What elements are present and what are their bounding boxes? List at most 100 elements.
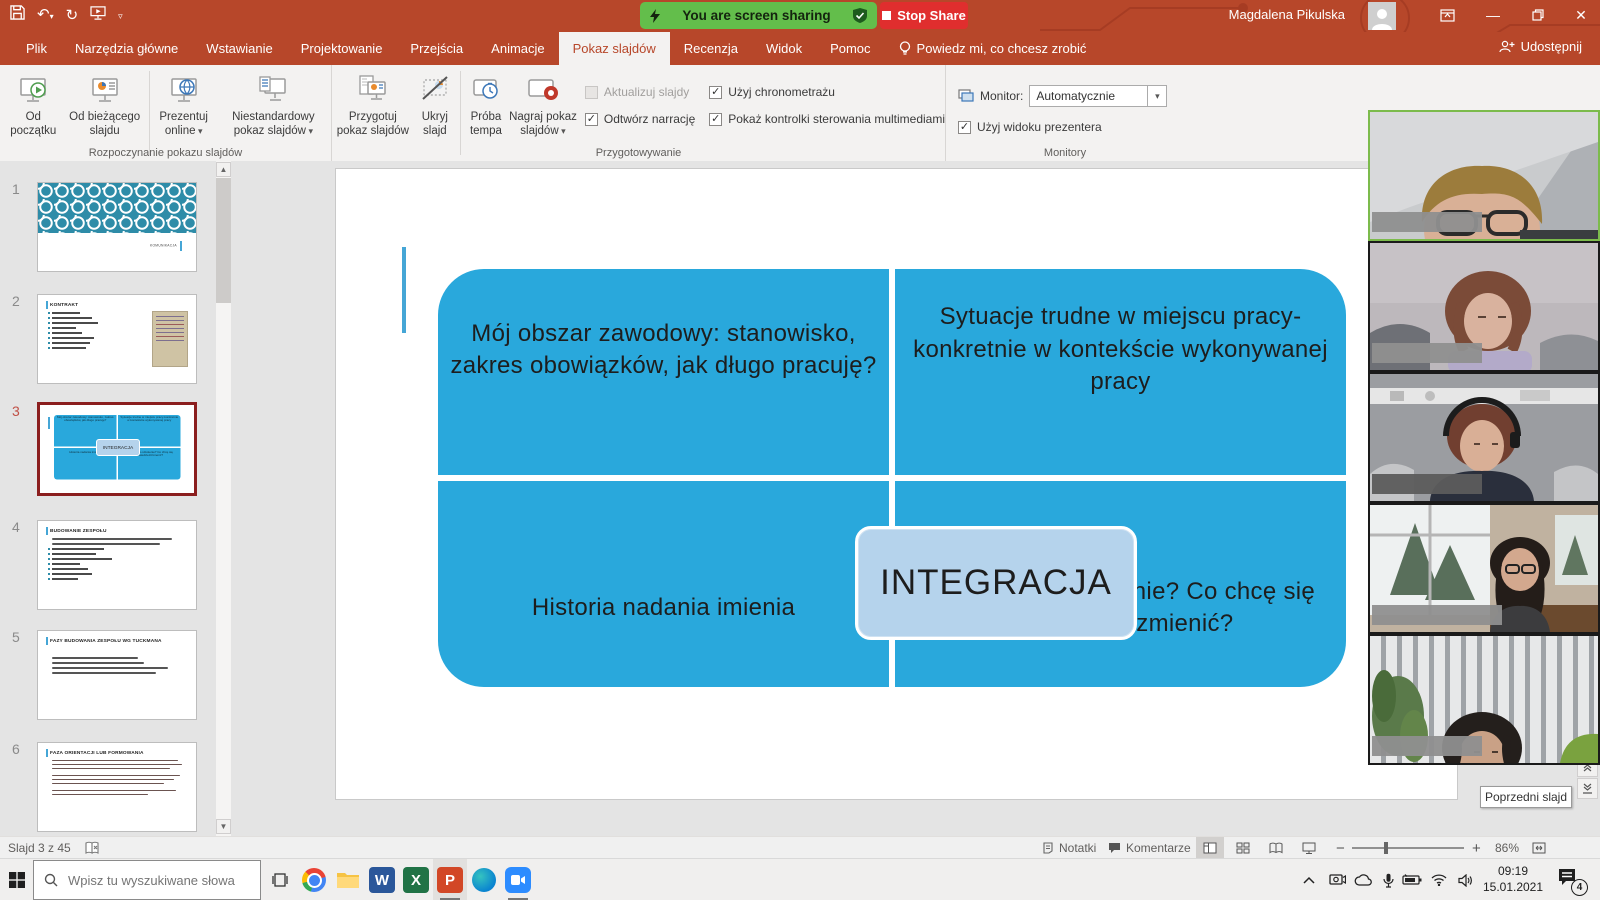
- participant-name-plate: [1372, 605, 1502, 625]
- participant-name-plate: [1372, 212, 1482, 232]
- quadrant-bottom-left[interactable]: Historia nadania imienia: [438, 481, 889, 687]
- taskbar-clock[interactable]: 09:19 15.01.2021: [1478, 859, 1548, 900]
- checkbox-play-narrations[interactable]: Odtwórz narrację: [585, 112, 695, 126]
- hide-slide-button[interactable]: Ukryj slajd: [412, 71, 458, 139]
- tab-pokaz-slajdow[interactable]: Pokaz slajdów: [559, 32, 670, 65]
- group-setup: Przygotuj pokaz slajdów Ukryj slajd Prób…: [332, 65, 946, 161]
- from-beginning-button[interactable]: Od początku: [4, 71, 63, 139]
- search-input[interactable]: [66, 872, 240, 889]
- stop-share-button[interactable]: Stop Share: [880, 2, 968, 29]
- thumb-title: FAZA ORIENTACJI LUB FORMOWANIA: [50, 751, 144, 756]
- tooltip-previous-slide: Poprzedni slajd: [1480, 786, 1572, 808]
- proofing-status-icon[interactable]: [85, 837, 100, 859]
- edge-icon[interactable]: [467, 859, 501, 900]
- reading-view-button[interactable]: [1262, 837, 1290, 859]
- minimize-button[interactable]: —: [1476, 0, 1510, 30]
- participant-video-2[interactable]: [1368, 241, 1600, 372]
- checkbox-use-timings[interactable]: Użyj chronometrażu: [709, 85, 945, 99]
- share-button[interactable]: Udostępnij: [1499, 39, 1582, 54]
- redo-icon[interactable]: ↻: [66, 4, 79, 28]
- account-user-name[interactable]: Magdalena Pikulska: [1229, 7, 1345, 22]
- quadrant-top-right[interactable]: Sytuacje trudne w miejscu pracy-konkretn…: [895, 269, 1346, 475]
- video-meeting-app-icon[interactable]: [501, 859, 535, 900]
- start-slideshow-icon[interactable]: [90, 4, 106, 28]
- slide-thumbnail-6[interactable]: FAZA ORIENTACJI LUB FORMOWANIA: [37, 742, 197, 832]
- normal-view-button[interactable]: [1196, 837, 1224, 859]
- tray-screenshare-icon[interactable]: [1324, 859, 1350, 900]
- avatar[interactable]: [1368, 2, 1396, 30]
- file-explorer-icon[interactable]: [331, 859, 365, 900]
- record-slideshow-button[interactable]: Nagraj pokaz slajdów: [509, 71, 577, 139]
- tray-volume-icon[interactable]: [1452, 859, 1478, 900]
- tray-onedrive-icon[interactable]: [1350, 859, 1376, 900]
- notes-toggle[interactable]: Notatki: [1042, 837, 1096, 859]
- fit-slide-to-window-button[interactable]: [1532, 837, 1546, 859]
- tell-me-box[interactable]: Powiedz mi, co chcesz zrobić: [885, 32, 1101, 65]
- present-online-button[interactable]: Prezentuj online: [152, 71, 216, 139]
- notes-photo: [152, 311, 188, 367]
- zoom-slider-thumb[interactable]: [1384, 842, 1388, 854]
- zoom-level[interactable]: 86%: [1495, 837, 1519, 859]
- participant-name-plate: [1372, 343, 1482, 363]
- checkbox-update-slides[interactable]: Aktualizuj slajdy: [585, 85, 695, 99]
- rehearse-timings-button[interactable]: Próba tempa: [463, 71, 509, 139]
- tray-battery-icon[interactable]: [1398, 859, 1426, 900]
- participant-video-3[interactable]: [1368, 372, 1600, 503]
- participant-video-1[interactable]: [1368, 110, 1600, 241]
- close-button[interactable]: ✕: [1564, 0, 1598, 30]
- undo-icon[interactable]: ↶▾: [37, 3, 54, 29]
- checkbox-show-media-controls[interactable]: Pokaż kontrolki sterowania multimediami: [709, 112, 945, 126]
- thumbnail-scroll-up-button[interactable]: ▲: [216, 162, 231, 177]
- word-icon[interactable]: W: [365, 859, 399, 900]
- slide-thumbnail-1[interactable]: KOMUNIKACJA: [37, 182, 197, 272]
- from-current-slide-button[interactable]: Od bieżącego slajdu: [63, 71, 147, 139]
- taskbar-search-box[interactable]: [33, 860, 261, 900]
- tab-narzedzia-glowne[interactable]: Narzędzia główne: [61, 32, 192, 65]
- customize-qat-icon[interactable]: ▿: [118, 4, 123, 28]
- thumbnail-scrollbar-thumb[interactable]: [216, 178, 231, 303]
- tray-microphone-icon[interactable]: [1376, 859, 1400, 900]
- slide-thumbnail-2[interactable]: KONTRAKT: [37, 294, 197, 384]
- tab-przejscia[interactable]: Przejścia: [396, 32, 477, 65]
- slideshow-view-button[interactable]: [1295, 837, 1323, 859]
- checkbox-presenter-view[interactable]: Użyj widoku prezentera: [958, 120, 1167, 134]
- zoom-in-button[interactable]: +: [1472, 837, 1481, 859]
- save-icon[interactable]: [10, 4, 25, 28]
- thumbnail-scroll-down-button[interactable]: ▼: [216, 819, 231, 834]
- chrome-icon[interactable]: [297, 859, 331, 900]
- ribbon-display-options-button[interactable]: [1430, 0, 1464, 30]
- tab-wstawianie[interactable]: Wstawianie: [192, 32, 286, 65]
- slide-thumbnail-3-selected[interactable]: Mój obszar zawodowy: stanowisko, zakres …: [37, 402, 197, 496]
- zoom-slider[interactable]: [1352, 837, 1464, 859]
- custom-slideshow-button[interactable]: Niestandardowy pokaz slajdów: [216, 71, 331, 139]
- slide-sorter-view-button[interactable]: [1229, 837, 1257, 859]
- setup-slideshow-button[interactable]: Przygotuj pokaz slajdów: [334, 71, 412, 139]
- task-view-button[interactable]: [263, 859, 297, 900]
- notification-center-icon[interactable]: 4: [1556, 866, 1586, 894]
- excel-icon[interactable]: X: [399, 859, 433, 900]
- notification-badge: 4: [1571, 879, 1588, 896]
- tab-widok[interactable]: Widok: [752, 32, 816, 65]
- tray-wifi-icon[interactable]: [1426, 859, 1452, 900]
- tab-projektowanie[interactable]: Projektowanie: [287, 32, 397, 65]
- restore-button[interactable]: [1521, 0, 1555, 30]
- participant-video-4[interactable]: [1368, 503, 1600, 634]
- tab-recenzja[interactable]: Recenzja: [670, 32, 752, 65]
- participant-video-5[interactable]: [1368, 634, 1600, 765]
- powerpoint-icon[interactable]: P: [433, 859, 467, 900]
- zoom-out-button[interactable]: −: [1336, 837, 1345, 859]
- slide-thumbnail-4[interactable]: BUDOWANIE ZESPOŁU: [37, 520, 197, 610]
- tray-chevron-icon[interactable]: [1296, 859, 1322, 900]
- monitor-select[interactable]: Automatycznie ▾: [1029, 85, 1167, 107]
- quadrant-top-left[interactable]: Mój obszar zawodowy: stanowisko, zakres …: [438, 269, 889, 475]
- integracja-center-shape[interactable]: INTEGRACJA: [855, 526, 1137, 640]
- comments-toggle[interactable]: Komentarze: [1108, 837, 1191, 859]
- slide-canvas[interactable]: Mój obszar zawodowy: stanowisko, zakres …: [335, 168, 1458, 800]
- tab-animacje[interactable]: Animacje: [477, 32, 558, 65]
- tab-plik[interactable]: Plik: [12, 32, 61, 65]
- monitor-label: Monitor:: [980, 89, 1023, 103]
- start-button[interactable]: [0, 859, 33, 900]
- tab-pomoc[interactable]: Pomoc: [816, 32, 884, 65]
- slide-thumbnail-5[interactable]: FAZY BUDOWANIA ZESPOŁU WG TUCKMANA: [37, 630, 197, 720]
- next-slide-button[interactable]: [1577, 778, 1598, 799]
